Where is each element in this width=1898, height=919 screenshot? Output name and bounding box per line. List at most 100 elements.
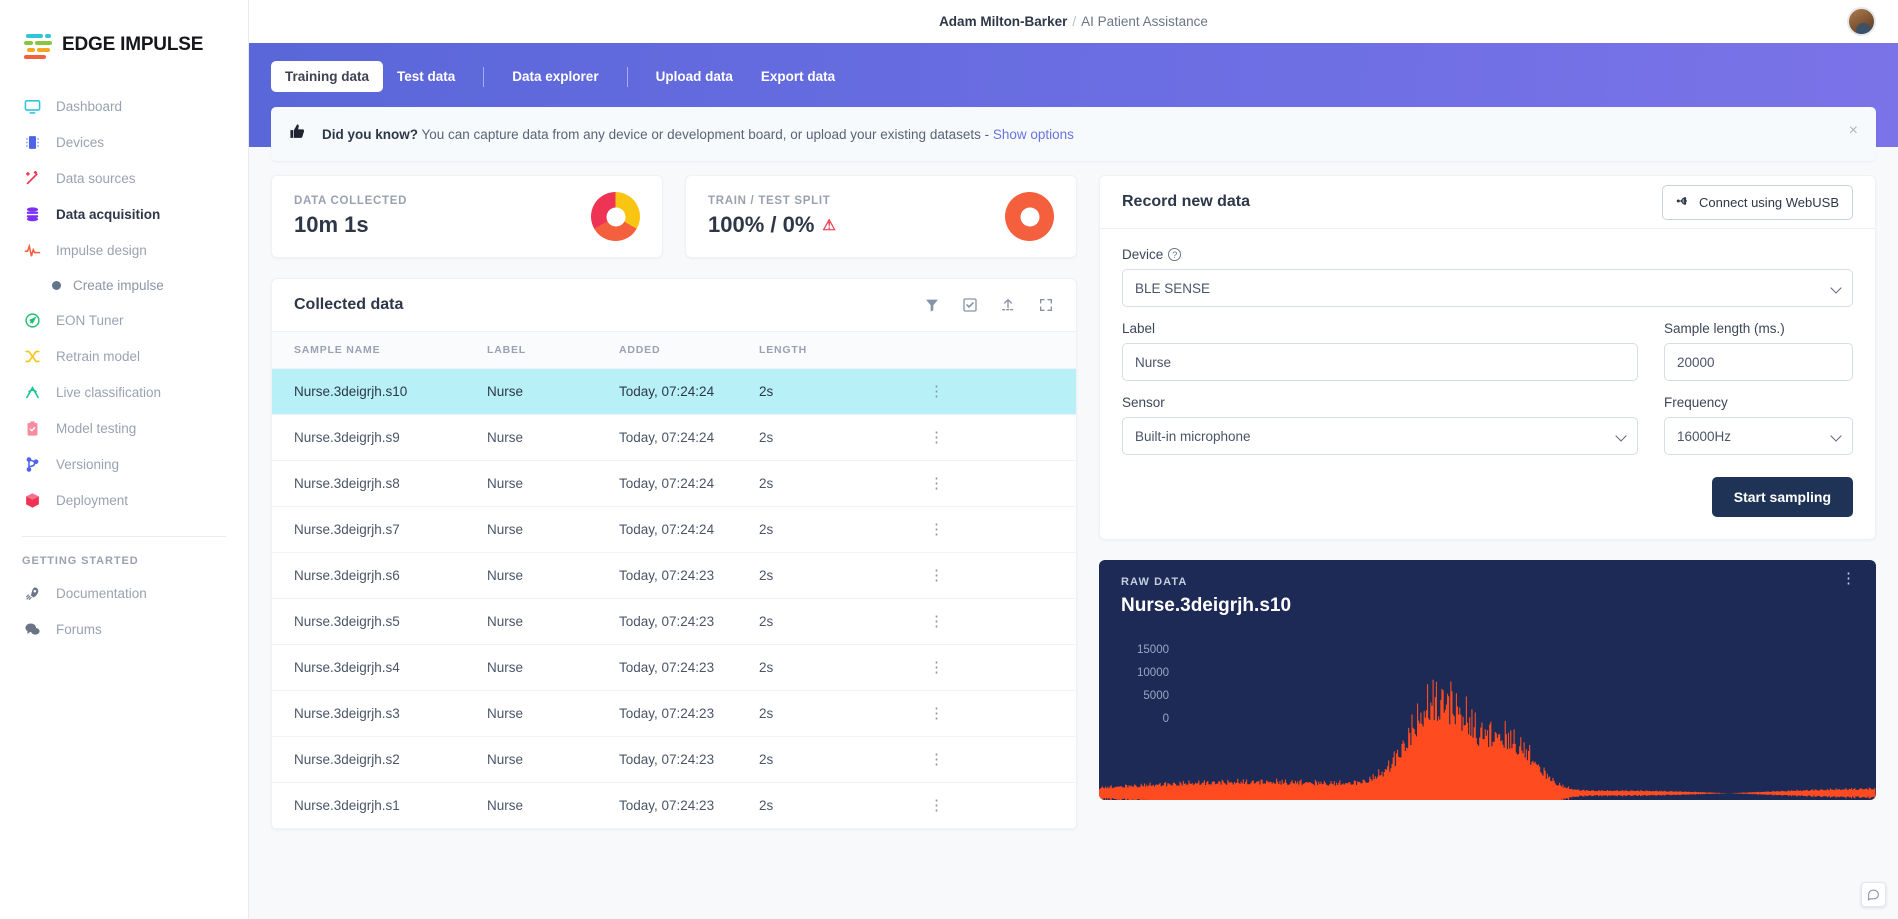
chat-bubble-icon[interactable] bbox=[1861, 882, 1886, 907]
row-menu-icon[interactable]: ⋮ bbox=[929, 521, 944, 538]
frequency-select[interactable]: 16000Hz bbox=[1664, 417, 1853, 455]
table-row[interactable]: Nurse.3deigrjh.s2 Nurse Today, 07:24:23 2s ⋮ bbox=[272, 736, 1076, 783]
table-row[interactable]: Nurse.3deigrjh.s9 Nurse Today, 07:24:24 2s ⋮ bbox=[272, 414, 1076, 461]
sidebar-item-retrain-model[interactable]: Retrain model bbox=[0, 338, 248, 374]
row-menu-cell: ⋮ bbox=[929, 644, 1076, 691]
sidebar-item-devices[interactable]: Devices bbox=[0, 124, 248, 160]
collected-data-panel: Collected data SAMPLE NAME LABEL ADDED L… bbox=[271, 278, 1077, 830]
sidebar-item-create-impulse[interactable]: Create impulse bbox=[0, 268, 248, 302]
raw-data-menu-icon[interactable]: ⋮ bbox=[1841, 571, 1856, 586]
monitor-icon bbox=[22, 96, 42, 116]
stat-value: 100% / 0% bbox=[708, 212, 815, 237]
start-sampling-row: Start sampling bbox=[1122, 477, 1853, 517]
col-label: LABEL bbox=[487, 332, 619, 369]
sidebar-item-versioning[interactable]: Versioning bbox=[0, 446, 248, 482]
col-length: LENGTH bbox=[759, 332, 929, 369]
added-cell: Today, 07:24:23 bbox=[619, 782, 759, 829]
table-row[interactable]: Nurse.3deigrjh.s1 Nurse Today, 07:24:23 2s ⋮ bbox=[272, 782, 1076, 829]
connect-webusb-button[interactable]: Connect using WebUSB bbox=[1662, 184, 1853, 220]
length-cell: 2s bbox=[759, 552, 929, 599]
sidebar-item-label: Documentation bbox=[56, 585, 147, 601]
tab-data-explorer[interactable]: Data explorer bbox=[498, 61, 612, 92]
upload-icon[interactable] bbox=[1000, 297, 1016, 313]
left-column: DATA COLLECTED 10m 1s TRAIN / TEST SPLIT… bbox=[271, 175, 1077, 830]
row-menu-icon[interactable]: ⋮ bbox=[929, 567, 944, 584]
row-menu-cell: ⋮ bbox=[929, 368, 1076, 415]
row-menu-cell: ⋮ bbox=[929, 782, 1076, 829]
row-menu-icon[interactable]: ⋮ bbox=[929, 797, 944, 814]
table-row[interactable]: Nurse.3deigrjh.s3 Nurse Today, 07:24:23 2s ⋮ bbox=[272, 690, 1076, 737]
sidebar-item-data-sources[interactable]: Data sources bbox=[0, 160, 248, 196]
row-menu-icon[interactable]: ⋮ bbox=[929, 751, 944, 768]
filter-icon[interactable] bbox=[924, 297, 940, 313]
sample-length-input[interactable] bbox=[1664, 343, 1853, 381]
sidebar-item-documentation[interactable]: Documentation bbox=[0, 575, 248, 611]
sidebar-item-model-testing[interactable]: Model testing bbox=[0, 410, 248, 446]
row-menu-icon[interactable]: ⋮ bbox=[929, 613, 944, 630]
table-row[interactable]: Nurse.3deigrjh.s4 Nurse Today, 07:24:23 2s ⋮ bbox=[272, 644, 1076, 691]
breadcrumb-project[interactable]: AI Patient Assistance bbox=[1081, 14, 1208, 29]
label-input[interactable] bbox=[1122, 343, 1638, 381]
edge-impulse-logo-icon bbox=[24, 33, 52, 59]
col-sample-name: SAMPLE NAME bbox=[272, 332, 487, 369]
data-collected-donut-chart bbox=[591, 192, 640, 241]
tab-training-data[interactable]: Training data bbox=[271, 61, 384, 92]
tab-test-data[interactable]: Test data bbox=[383, 61, 469, 92]
breadcrumb-user[interactable]: Adam Milton-Barker bbox=[939, 14, 1067, 29]
brand-logo[interactable]: EDGE IMPULSE bbox=[0, 0, 248, 66]
row-menu-icon[interactable]: ⋮ bbox=[929, 659, 944, 676]
row-menu-icon[interactable]: ⋮ bbox=[929, 475, 944, 492]
sidebar-item-live-classification[interactable]: Live classification bbox=[0, 374, 248, 410]
stat-card-text: DATA COLLECTED 10m 1s bbox=[294, 195, 407, 238]
start-sampling-button[interactable]: Start sampling bbox=[1711, 477, 1853, 517]
sample-name-cell: Nurse.3deigrjh.s4 bbox=[272, 644, 487, 691]
database-icon bbox=[22, 204, 42, 224]
row-menu-icon[interactable]: ⋮ bbox=[929, 429, 944, 446]
table-row[interactable]: Nurse.3deigrjh.s5 Nurse Today, 07:24:23 2s ⋮ bbox=[272, 598, 1076, 645]
sidebar-item-data-acquisition[interactable]: Data acquisition bbox=[0, 196, 248, 232]
row-menu-icon[interactable]: ⋮ bbox=[929, 383, 944, 400]
table-row[interactable]: Nurse.3deigrjh.s6 Nurse Today, 07:24:23 2s ⋮ bbox=[272, 552, 1076, 599]
sample-name-cell: Nurse.3deigrjh.s9 bbox=[272, 414, 487, 461]
warning-icon: ⚠ bbox=[822, 217, 836, 234]
sample-length-label: Sample length (ms.) bbox=[1664, 321, 1785, 336]
close-icon[interactable]: × bbox=[1849, 123, 1858, 139]
table-row[interactable]: Nurse.3deigrjh.s7 Nurse Today, 07:24:24 2s ⋮ bbox=[272, 506, 1076, 553]
sensor-select[interactable]: Built-in microphone bbox=[1122, 417, 1638, 455]
label-field-group: Label bbox=[1122, 321, 1638, 381]
question-icon[interactable]: ? bbox=[1168, 248, 1182, 261]
sample-length-field-group: Sample length (ms.) bbox=[1664, 321, 1853, 381]
tab-export-data[interactable]: Export data bbox=[747, 61, 849, 92]
label-length-row: Label Sample length (ms.) bbox=[1122, 321, 1853, 381]
sample-name-cell: Nurse.3deigrjh.s10 bbox=[272, 368, 487, 415]
main-area: Adam Milton-Barker / AI Patient Assistance… bbox=[249, 0, 1898, 919]
length-cell: 2s bbox=[759, 368, 929, 415]
select-all-icon[interactable] bbox=[962, 297, 978, 313]
device-select[interactable]: BLE SENSE bbox=[1122, 269, 1853, 307]
sidebar-item-dashboard[interactable]: Dashboard bbox=[0, 88, 248, 124]
stat-label: DATA COLLECTED bbox=[294, 195, 408, 207]
sensor-field-group: Sensor Built-in microphone bbox=[1122, 395, 1638, 455]
table-row[interactable]: Nurse.3deigrjh.s8 Nurse Today, 07:24:24 2s ⋮ bbox=[272, 460, 1076, 507]
device-label: Device ? bbox=[1122, 247, 1853, 262]
sidebar-item-impulse-design[interactable]: Impulse design bbox=[0, 232, 248, 268]
added-cell: Today, 07:24:23 bbox=[619, 690, 759, 737]
box-icon bbox=[22, 490, 42, 510]
expand-icon[interactable] bbox=[1038, 297, 1054, 313]
tab-upload-data[interactable]: Upload data bbox=[642, 61, 747, 92]
data-tabs: Training data Test data Data explorer Up… bbox=[271, 43, 1876, 92]
col-actions bbox=[929, 332, 1076, 369]
tab-divider bbox=[483, 66, 485, 87]
avatar[interactable] bbox=[1847, 7, 1876, 36]
row-menu-icon[interactable]: ⋮ bbox=[929, 705, 944, 722]
label-cell: Nurse bbox=[487, 414, 619, 461]
sidebar-item-eon-tuner[interactable]: EON Tuner bbox=[0, 302, 248, 338]
show-options-link[interactable]: Show options bbox=[993, 127, 1074, 142]
length-cell: 2s bbox=[759, 414, 929, 461]
sidebar-item-forums[interactable]: Forums bbox=[0, 611, 248, 647]
compass-icon bbox=[22, 310, 42, 330]
chat-icon bbox=[22, 619, 42, 639]
dot-icon bbox=[52, 280, 61, 290]
sidebar-item-deployment[interactable]: Deployment bbox=[0, 482, 248, 518]
table-row[interactable]: Nurse.3deigrjh.s10 Nurse Today, 07:24:24 2s… bbox=[272, 368, 1076, 415]
